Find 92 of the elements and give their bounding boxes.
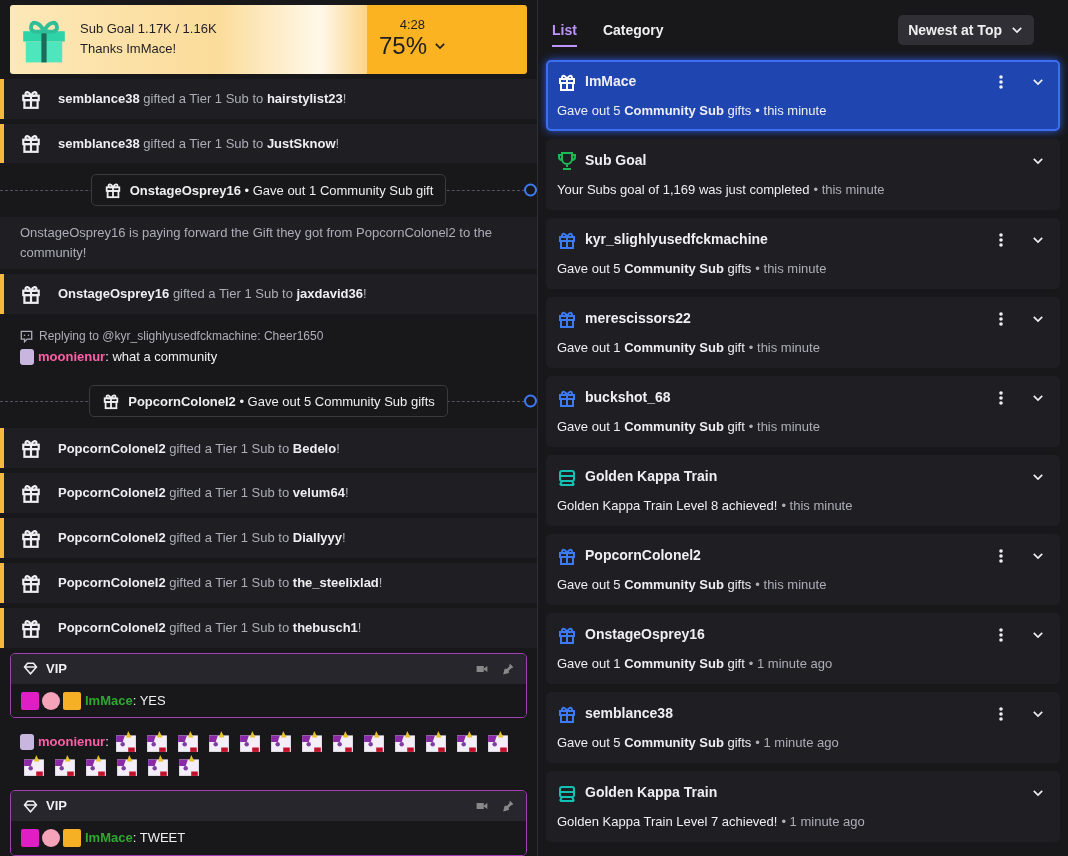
event-description: Gave out 5 Community Sub gifts <box>557 259 752 278</box>
gift-icon <box>20 437 42 460</box>
gift-icon <box>20 283 42 306</box>
gift-icon <box>103 181 122 200</box>
event-time: • this minute <box>813 180 885 199</box>
event-time: • this minute <box>781 496 853 515</box>
more-icon <box>999 390 1003 405</box>
event-time: • this minute <box>755 101 827 120</box>
event-card[interactable]: ImMace Gave out 5 Community Sub gifts • this minute <box>546 60 1060 131</box>
sticker-badge <box>42 829 60 848</box>
gift-message: OnstageOsprey16 gifted a Tier 1 Sub to jaxdavid36! <box>58 285 367 304</box>
gift-message: PopcornColonel2 gifted a Tier 1 Sub to thebusch1! <box>58 618 362 637</box>
event-description: Your Subs goal of 1,169 was just completed <box>557 180 810 199</box>
trophy-icon <box>557 150 577 171</box>
event-title: ImMace <box>585 72 637 92</box>
avatar-badge <box>20 348 34 365</box>
event-card[interactable]: semblance38 Gave out 5 Community Sub gifts • 1 minute ago <box>546 692 1060 763</box>
event-description: Gave out 5 Community Sub gifts <box>557 101 752 120</box>
more-icon <box>999 706 1003 721</box>
event-card[interactable]: buckshot_68 Gave out 1 Community Sub gift • this minute <box>546 376 1060 447</box>
gift-message: PopcornColonel2 gifted a Tier 1 Sub to Bedelo! <box>58 439 340 458</box>
chat-message: ImMace: TWEET <box>85 829 186 848</box>
gift-icon <box>102 392 121 411</box>
event-title: OnstageOsprey16 <box>585 625 705 645</box>
event-card[interactable]: merescissors22 Gave out 1 Community Sub gift • this minute <box>546 297 1060 368</box>
pin-icon <box>502 662 514 675</box>
gift-message: PopcornColonel2 gifted a Tier 1 Sub to Diallyyy! <box>58 529 346 548</box>
event-time: • 1 minute ago <box>755 733 839 752</box>
sort-dropdown[interactable]: Newest at Top <box>898 15 1034 45</box>
goal-percent: 75% <box>378 32 427 61</box>
event-title: Golden Kappa Train <box>585 467 718 487</box>
gift-message: PopcornColonel2 gifted a Tier 1 Sub to the_steelixlad! <box>58 574 383 592</box>
vip-badge <box>21 829 39 848</box>
more-icon <box>999 74 1003 89</box>
event-card[interactable]: Golden Kappa Train Golden Kappa Train Level 8 achieved! • this minute <box>546 455 1060 526</box>
event-card[interactable]: PopcornColonel2 Gave out 5 Community Sub gifts • this minute <box>546 534 1060 605</box>
event-card[interactable]: Sub Goal Your Subs goal of 1,169 was just completed • this minute <box>546 139 1060 210</box>
more-icon <box>999 232 1003 247</box>
tab[interactable]: Category <box>602 13 664 47</box>
diamond-icon <box>23 661 38 676</box>
goal-title: Sub Goal 1.17K / 1.16K <box>80 20 217 39</box>
notice-text: OnstageOsprey16 is paying forward the Gift they got from PopcornColonel2 to the community! <box>20 224 493 263</box>
gift-message: PopcornColonel2 gifted a Tier 1 Sub to velum64! <box>58 484 349 503</box>
event-title: kyr_slighlyusedfckmachine <box>585 230 768 250</box>
vip-label: VIP <box>46 659 67 678</box>
event-description: Gave out 1 Community Sub gift <box>557 338 745 357</box>
event-title: semblance38 <box>585 704 673 724</box>
event-title: buckshot_68 <box>585 388 671 408</box>
event-time: • 1 minute ago <box>748 654 833 673</box>
event-title: PopcornColonel2 <box>585 546 701 566</box>
speech-bubble-icon <box>20 329 33 343</box>
goal-timer: 4:28 <box>399 18 425 33</box>
event-time: • 1 minute ago <box>781 812 865 831</box>
gift-message: semblance38 gifted a Tier 1 Sub to JustSknow! <box>58 134 340 153</box>
chat-message: ImMace: YES <box>85 691 166 710</box>
sticker-badge <box>42 691 60 710</box>
event-description: Gave out 5 Community Sub gifts <box>557 733 752 752</box>
more-icon <box>999 311 1003 326</box>
event-description: Gave out 1 Community Sub gift <box>557 417 745 436</box>
chat-username: moonienur: <box>38 733 109 752</box>
gift-summary-text: PopcornColonel2 • Gave out 5 Community Sub gifts <box>128 392 435 411</box>
event-description: Golden Kappa Train Level 8 achieved! <box>557 496 778 515</box>
gift-icon <box>20 482 42 505</box>
vip-badge <box>21 691 39 710</box>
sub-badge <box>63 691 81 710</box>
event-card[interactable]: OnstageOsprey16 Gave out 1 Community Sub gift • 1 minute ago <box>546 613 1060 684</box>
event-time: • this minute <box>755 575 827 594</box>
goal-message: Thanks ImMace! <box>80 40 178 59</box>
event-title: merescissors22 <box>585 309 691 329</box>
avatar-badge <box>20 734 34 751</box>
gift-summary-text: OnstageOsprey16 • Gave out 1 Community Sub gift <box>129 181 434 200</box>
reply-context: Replying to @kyr_slighlyusedfckmachine: Cheer1650 <box>39 328 324 346</box>
event-description: Gave out 1 Community Sub gift <box>557 654 745 673</box>
event-title: Golden Kappa Train <box>585 783 718 803</box>
event-card[interactable]: kyr_slighlyusedfckmachine Gave out 5 Community Sub gifts • this minute <box>546 218 1060 289</box>
gift-message: semblance38 gifted a Tier 1 Sub to hairstylist23! <box>58 89 347 108</box>
vip-label: VIP <box>46 797 67 816</box>
sub-badge <box>63 829 81 848</box>
event-title: Sub Goal <box>585 151 647 171</box>
diamond-icon <box>23 798 38 814</box>
event-time: • this minute <box>755 259 827 278</box>
more-icon <box>999 627 1003 642</box>
event-time: • this minute <box>748 338 820 357</box>
gift-icon <box>20 132 42 155</box>
chat-message: moonienur: what a community <box>38 348 218 367</box>
tab[interactable]: List <box>552 13 577 47</box>
event-time: • this minute <box>748 417 820 436</box>
event-card[interactable]: Golden Kappa Train Golden Kappa Train Level 7 achieved! • 1 minute ago <box>546 771 1060 842</box>
event-description: Golden Kappa Train Level 7 achieved! <box>557 812 778 831</box>
more-icon <box>999 548 1003 563</box>
pin-icon <box>502 800 514 813</box>
event-description: Gave out 5 Community Sub gifts <box>557 575 752 594</box>
